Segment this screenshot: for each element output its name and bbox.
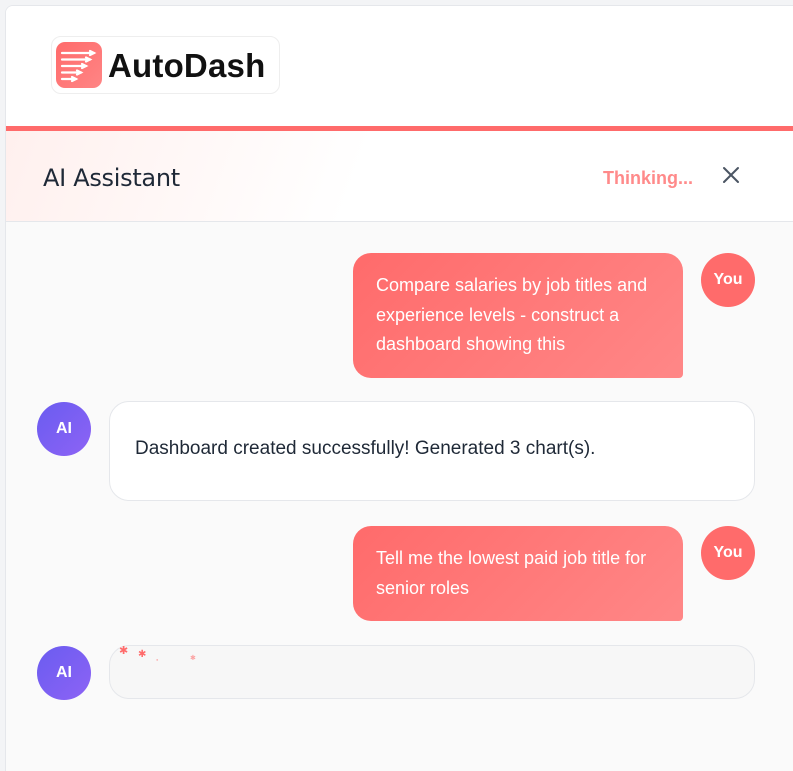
typing-dot: ●: [156, 657, 159, 662]
user-message: Compare salaries by job titles and exper…: [353, 253, 683, 378]
user-avatar: You: [701, 526, 755, 580]
typing-dot: ✱: [190, 655, 196, 662]
close-button[interactable]: [719, 165, 743, 189]
logo[interactable]: AutoDash: [51, 36, 280, 94]
user-message: Tell me the lowest paid job title for se…: [353, 526, 683, 621]
typing-dot: ✱: [138, 649, 147, 660]
ai-avatar: AI: [37, 646, 91, 700]
assistant-header: AI Assistant Thinking...: [6, 131, 793, 222]
typing-dot: ✱: [119, 645, 129, 657]
ai-avatar: AI: [37, 402, 91, 456]
top-bar: AutoDash: [6, 6, 793, 126]
app-panel: AutoDash AI Assistant Thinking... Compar…: [5, 5, 793, 771]
assistant-title: AI Assistant: [43, 164, 180, 192]
close-icon: [722, 166, 740, 189]
user-avatar: You: [701, 253, 755, 307]
status-text: Thinking...: [603, 168, 693, 188]
ai-message: Dashboard created successfully! Generate…: [109, 401, 755, 501]
logo-icon: [56, 42, 102, 88]
ai-typing-indicator: ✱ ✱ ● ✱: [109, 645, 755, 699]
logo-text: AutoDash: [108, 47, 266, 84]
